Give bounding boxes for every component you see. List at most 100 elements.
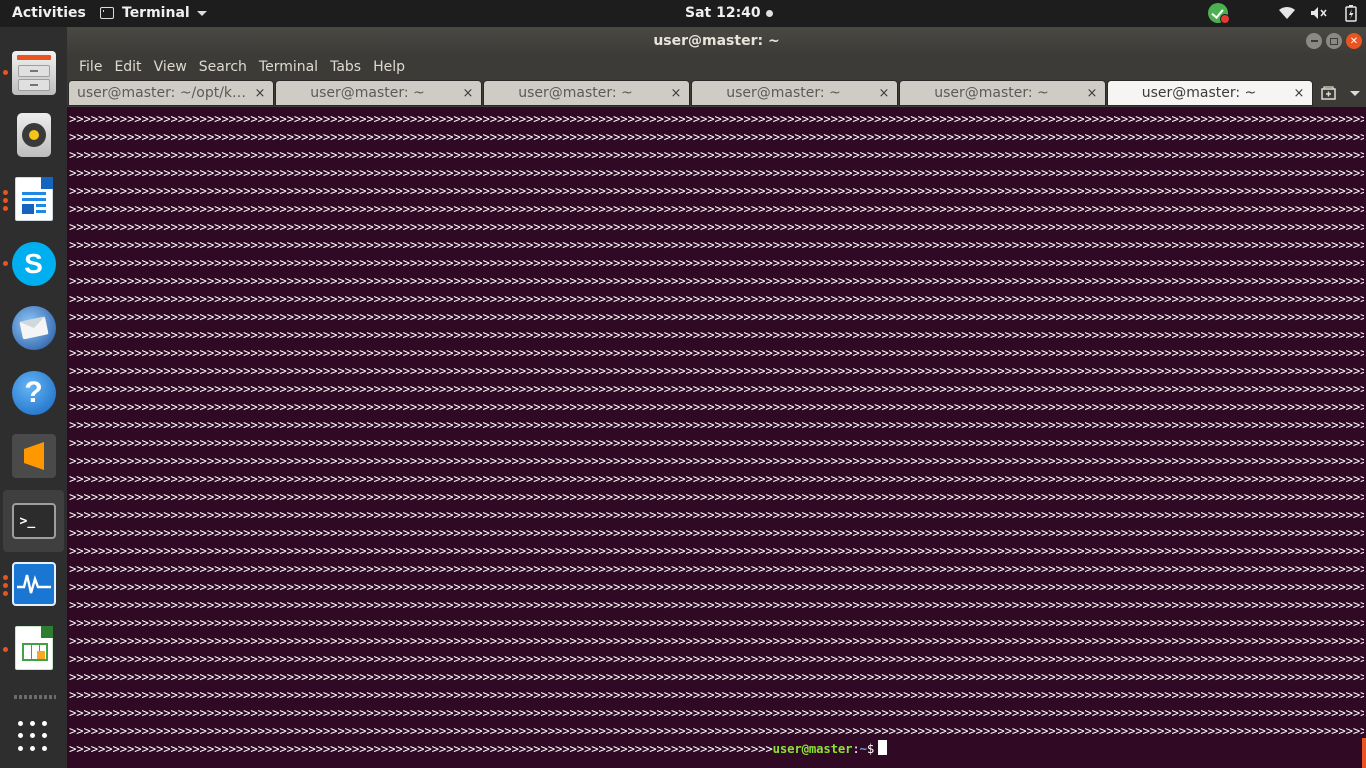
close-icon[interactable]: × [1290, 86, 1308, 101]
menu-terminal[interactable]: Terminal [253, 59, 324, 75]
output-line: >>>>>>>>>>>>>>>>>>>>>>>>>>>>>>>>>>>>>>>>… [69, 490, 1364, 504]
output-line: >>>>>>>>>>>>>>>>>>>>>>>>>>>>>>>>>>>>>>>>… [69, 418, 1364, 432]
menu-file[interactable]: File [73, 59, 108, 75]
output-line: >>>>>>>>>>>>>>>>>>>>>>>>>>>>>>>>>>>>>>>>… [69, 598, 1364, 612]
close-button[interactable]: ✕ [1346, 33, 1362, 49]
menu-help[interactable]: Help [367, 59, 411, 75]
wifi-icon[interactable] [1278, 4, 1296, 22]
dock-item-help[interactable]: ? [0, 362, 67, 424]
output-line: >>>>>>>>>>>>>>>>>>>>>>>>>>>>>>>>>>>>>>>>… [69, 400, 1364, 414]
close-icon[interactable]: × [251, 86, 269, 101]
menu-view[interactable]: View [148, 59, 193, 75]
tab-list-dropdown-icon[interactable] [1350, 91, 1360, 96]
close-icon[interactable]: × [875, 86, 893, 101]
app-menu-label: Terminal [122, 5, 190, 21]
menu-tabs[interactable]: Tabs [324, 59, 367, 75]
output-line: >>>>>>>>>>>>>>>>>>>>>>>>>>>>>>>>>>>>>>>>… [69, 634, 1364, 648]
terminal-prompt-line: >>>>>>>>>>>>>>>>>>>>>>>>>>>>>>>>>>>>>>>>… [69, 740, 1364, 758]
sublime-text-icon [11, 434, 56, 478]
tab-2[interactable]: user@master: ~ × [275, 80, 482, 106]
battery-icon[interactable] [1342, 4, 1360, 22]
dock-item-writer[interactable] [0, 168, 67, 230]
dock-item-thunderbird[interactable] [0, 297, 67, 359]
output-line: >>>>>>>>>>>>>>>>>>>>>>>>>>>>>>>>>>>>>>>>… [69, 472, 1364, 486]
running-indicator [3, 70, 8, 75]
close-icon: ✕ [1349, 35, 1359, 47]
menu-search[interactable]: Search [193, 59, 253, 75]
minimize-icon [1310, 40, 1318, 42]
terminal-icon: >_ [11, 503, 56, 539]
output-line: >>>>>>>>>>>>>>>>>>>>>>>>>>>>>>>>>>>>>>>>… [69, 220, 1364, 234]
output-line: >>>>>>>>>>>>>>>>>>>>>>>>>>>>>>>>>>>>>>>>… [69, 436, 1364, 450]
tab-3[interactable]: user@master: ~ × [483, 80, 690, 106]
dock-item-calc[interactable] [0, 617, 67, 679]
speaker-icon [16, 113, 51, 157]
new-tab-button[interactable] [1320, 85, 1338, 101]
dock-item-rhythmbox[interactable] [0, 104, 67, 166]
output-line: >>>>>>>>>>>>>>>>>>>>>>>>>>>>>>>>>>>>>>>>… [69, 112, 1364, 126]
dock-item-skype[interactable]: S [0, 233, 67, 295]
update-shield-icon[interactable] [1208, 3, 1230, 24]
thunderbird-mail-icon [11, 306, 56, 350]
output-line: >>>>>>>>>>>>>>>>>>>>>>>>>>>>>>>>>>>>>>>>… [69, 148, 1364, 162]
close-icon[interactable]: × [459, 86, 477, 101]
window-title: user@master: ~ [653, 33, 780, 49]
dock-item-terminal[interactable]: >_ [3, 490, 64, 552]
close-icon[interactable]: × [1083, 86, 1101, 101]
prompt-symbol: $ [866, 742, 875, 756]
dock-separator [14, 695, 56, 699]
output-line: >>>>>>>>>>>>>>>>>>>>>>>>>>>>>>>>>>>>>>>>… [69, 292, 1364, 306]
running-indicator [3, 575, 8, 580]
dock-item-sublime-text[interactable] [0, 425, 67, 487]
output-line: >>>>>>>>>>>>>>>>>>>>>>>>>>>>>>>>>>>>>>>>… [69, 706, 1364, 720]
output-line: >>>>>>>>>>>>>>>>>>>>>>>>>>>>>>>>>>>>>>>>… [69, 166, 1364, 180]
system-tray[interactable] [1208, 3, 1366, 24]
app-menu[interactable]: Terminal [100, 5, 207, 21]
terminal-window: user@master: ~ ✕ File Edit View Search T… [67, 27, 1366, 768]
tab-5[interactable]: user@master: ~ × [899, 80, 1106, 106]
calc-spreadsheet-icon [14, 626, 53, 670]
running-indicator [3, 591, 8, 596]
tab-6-active[interactable]: user@master: ~ × [1107, 80, 1313, 106]
tab-label: user@master: ~ [518, 85, 633, 101]
terminal-output[interactable]: >>>>>>>>>>>>>>>>>>>>>>>>>>>>>>>>>>>>>>>>… [67, 107, 1366, 768]
output-line: >>>>>>>>>>>>>>>>>>>>>>>>>>>>>>>>>>>>>>>>… [69, 364, 1364, 378]
minimize-button[interactable] [1306, 33, 1322, 49]
dock-item-system-monitor[interactable] [0, 553, 67, 615]
window-titlebar[interactable]: user@master: ~ ✕ [67, 27, 1366, 55]
output-line: >>>>>>>>>>>>>>>>>>>>>>>>>>>>>>>>>>>>>>>>… [69, 562, 1364, 576]
menu-edit[interactable]: Edit [108, 59, 147, 75]
running-indicator [3, 261, 8, 266]
menu-bar: File Edit View Search Terminal Tabs Help [67, 55, 1366, 79]
tab-bar: user@master: ~/opt/k… × user@master: ~ ×… [67, 79, 1366, 107]
running-indicator [3, 198, 8, 203]
maximize-button[interactable] [1326, 33, 1342, 49]
output-line: >>>>>>>>>>>>>>>>>>>>>>>>>>>>>>>>>>>>>>>>… [69, 184, 1364, 198]
tab-label: user@master: ~ [934, 85, 1049, 101]
tab-label: user@master: ~/opt/k… [77, 85, 247, 101]
output-line: >>>>>>>>>>>>>>>>>>>>>>>>>>>>>>>>>>>>>>>>… [69, 130, 1364, 144]
close-icon[interactable]: × [667, 86, 685, 101]
running-indicator [3, 206, 8, 211]
skype-icon: S [11, 242, 56, 286]
activities-button[interactable]: Activities [12, 5, 86, 21]
output-line: >>>>>>>>>>>>>>>>>>>>>>>>>>>>>>>>>>>>>>>>… [69, 526, 1364, 540]
clock[interactable]: Sat 12:40 [685, 5, 773, 21]
dock-item-files[interactable] [0, 42, 67, 104]
top-bar: Activities Terminal Sat 12:40 [0, 0, 1366, 27]
tab-1[interactable]: user@master: ~/opt/k… × [68, 80, 274, 106]
running-indicator [3, 190, 8, 195]
scrollbar[interactable] [1362, 738, 1366, 768]
tab-4[interactable]: user@master: ~ × [691, 80, 898, 106]
output-text: >>>>>>>>>>>>>>>>>>>>>>>>>>>>>>>>>>>>>>>>… [69, 742, 773, 756]
text-cursor [878, 740, 888, 755]
output-line: >>>>>>>>>>>>>>>>>>>>>>>>>>>>>>>>>>>>>>>>… [69, 346, 1364, 360]
system-monitor-icon [11, 562, 56, 606]
output-line: >>>>>>>>>>>>>>>>>>>>>>>>>>>>>>>>>>>>>>>>… [69, 544, 1364, 558]
maximize-icon [1330, 37, 1338, 45]
show-applications-button[interactable] [0, 705, 67, 767]
volume-muted-icon[interactable] [1310, 4, 1328, 22]
terminal-mini-icon [100, 7, 114, 19]
terminal-lines: >>>>>>>>>>>>>>>>>>>>>>>>>>>>>>>>>>>>>>>>… [69, 110, 1364, 740]
dock: S ? >_ [0, 27, 67, 768]
